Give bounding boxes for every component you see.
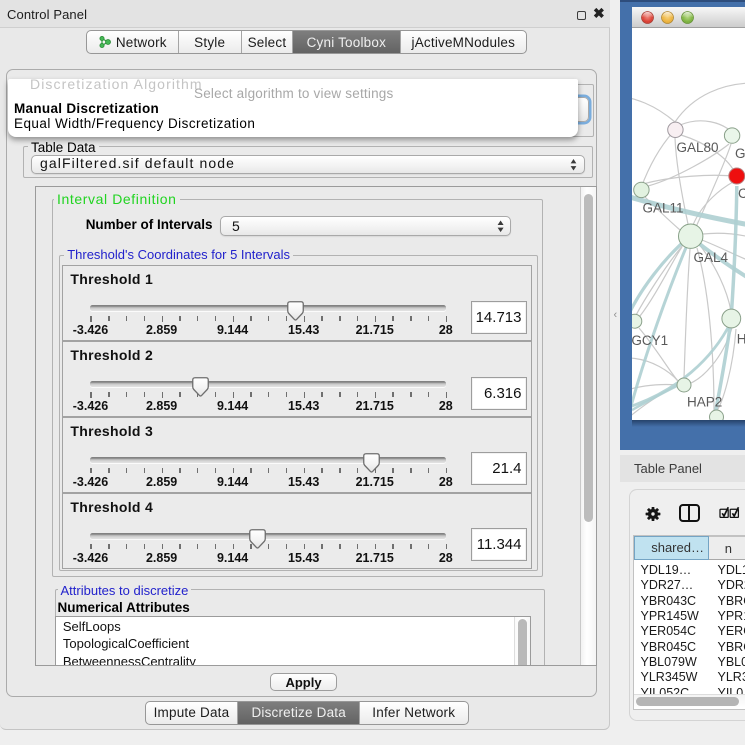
svg-text:GAL4: GAL4	[694, 250, 729, 265]
svg-text:HAP2: HAP2	[687, 395, 722, 410]
svg-text:GAL80: GAL80	[677, 140, 719, 155]
svg-text:C: C	[738, 186, 745, 201]
svg-text:GAL11: GAL11	[643, 201, 684, 216]
svg-text:GCY1: GCY1	[632, 333, 668, 348]
svg-text:H: H	[737, 332, 745, 347]
svg-text:GA: GA	[735, 146, 745, 161]
